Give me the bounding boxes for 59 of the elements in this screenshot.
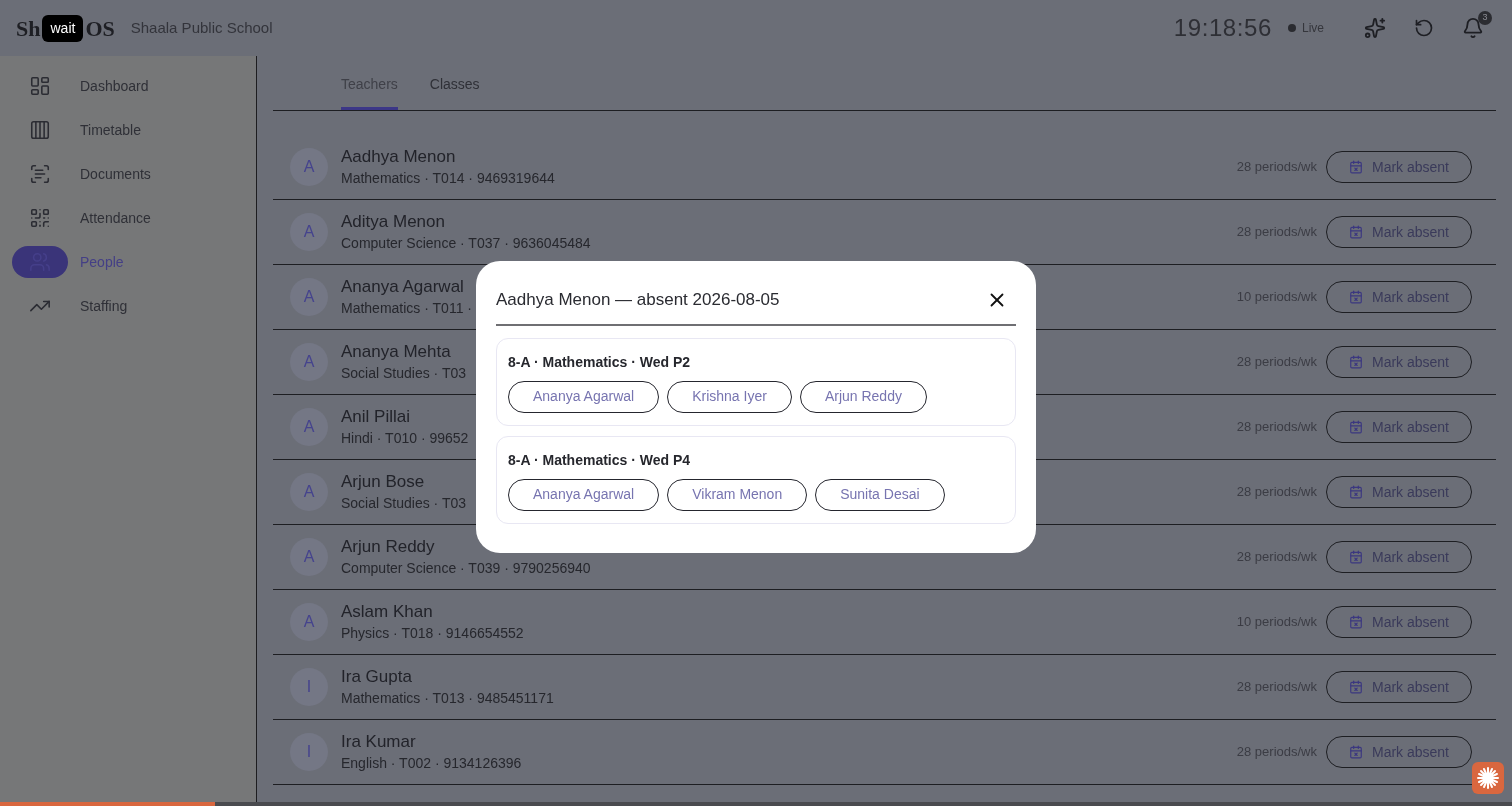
sidebar-item[interactable]: Attendance — [0, 202, 256, 234]
sidebar-item[interactable]: Timetable — [0, 114, 256, 146]
teacher-name: Aadhya Menon — [341, 146, 457, 168]
calendar-x-icon — [1348, 160, 1363, 174]
sidebar-item[interactable]: Staffing — [0, 290, 256, 322]
clock: 19:18:56 — [1173, 13, 1272, 43]
teacher-name: Aslam Khan — [341, 601, 434, 623]
calendar-x-icon — [1348, 485, 1363, 499]
notification-badge: 3 — [1478, 11, 1492, 25]
calendar-x-icon — [1348, 745, 1363, 759]
teacher-details: Mathematics · T014 · 9469319644 — [341, 169, 555, 188]
teacher-details: Computer Science · T037 · 9636045484 — [341, 234, 591, 253]
teacher-name: Aditya Menon — [341, 211, 446, 233]
calendar-x-icon — [1348, 355, 1363, 369]
tab[interactable]: Classes — [429, 74, 480, 110]
calendar-x-icon — [1348, 615, 1363, 629]
logo-text: Sh — [16, 14, 41, 43]
sidebar-item[interactable]: Documents — [0, 158, 256, 190]
teacher-details: Social Studies · T03 — [341, 494, 467, 513]
calendar-x-icon — [1348, 290, 1363, 304]
calendar-x-icon — [1348, 225, 1363, 239]
teacher-name: Arjun Bose — [341, 471, 426, 493]
nav-label: Timetable — [80, 120, 141, 140]
period-heading: 8-A · Mathematics · Wed P4 — [508, 450, 692, 470]
teacher-details: English · T002 · 9134126396 — [341, 754, 522, 773]
calendar-x-icon — [1348, 550, 1363, 564]
calendar-x-icon — [1348, 680, 1363, 694]
burst-icon — [1476, 766, 1500, 790]
teacher-details: Mathematics · T011 · — [341, 299, 472, 318]
nav-label: People — [80, 252, 124, 272]
document-icon — [29, 163, 51, 185]
teacher-name: Anil Pillai — [341, 406, 411, 428]
teacher-details: Hindi · T010 · 99652 — [341, 429, 469, 448]
teacher-name: Arjun Reddy — [341, 536, 436, 558]
period-heading: 8-A · Mathematics · Wed P2 — [508, 352, 692, 372]
qr-code-icon — [29, 207, 51, 229]
nav-label: Attendance — [80, 208, 151, 228]
teacher-details: Mathematics · T013 · 9485451171 — [341, 689, 554, 708]
assistant-button[interactable] — [1472, 762, 1504, 794]
teacher-details: Physics · T018 · 9146654552 — [341, 624, 524, 643]
teacher-name: Ira Gupta — [341, 666, 413, 688]
nav-label: Staffing — [80, 296, 128, 316]
teacher-name: Ira Kumar — [341, 731, 417, 753]
live-label: Live — [1302, 20, 1324, 37]
dialog-title: Aadhya Menon — absent 2026-08-05 — [496, 289, 780, 311]
columns-icon — [29, 119, 51, 141]
sidebar-item[interactable]: Dashboard — [0, 70, 256, 102]
nav-label: Dashboard — [80, 76, 149, 96]
school-name: Shaala Public School — [130, 17, 273, 38]
teacher-details: Computer Science · T039 · 9790256940 — [341, 559, 591, 578]
teacher-details: Social Studies · T03 — [341, 364, 467, 383]
tooltip: wait — [42, 14, 84, 42]
calendar-x-icon — [1348, 420, 1363, 434]
dashboard-icon — [29, 75, 51, 97]
logo-text: OS — [85, 14, 115, 43]
nav-label: Documents — [80, 164, 151, 184]
sidebar-item[interactable]: People — [0, 246, 256, 278]
teacher-name: Ananya Agarwal — [341, 276, 465, 298]
teacher-name: Ananya Mehta — [341, 341, 452, 363]
